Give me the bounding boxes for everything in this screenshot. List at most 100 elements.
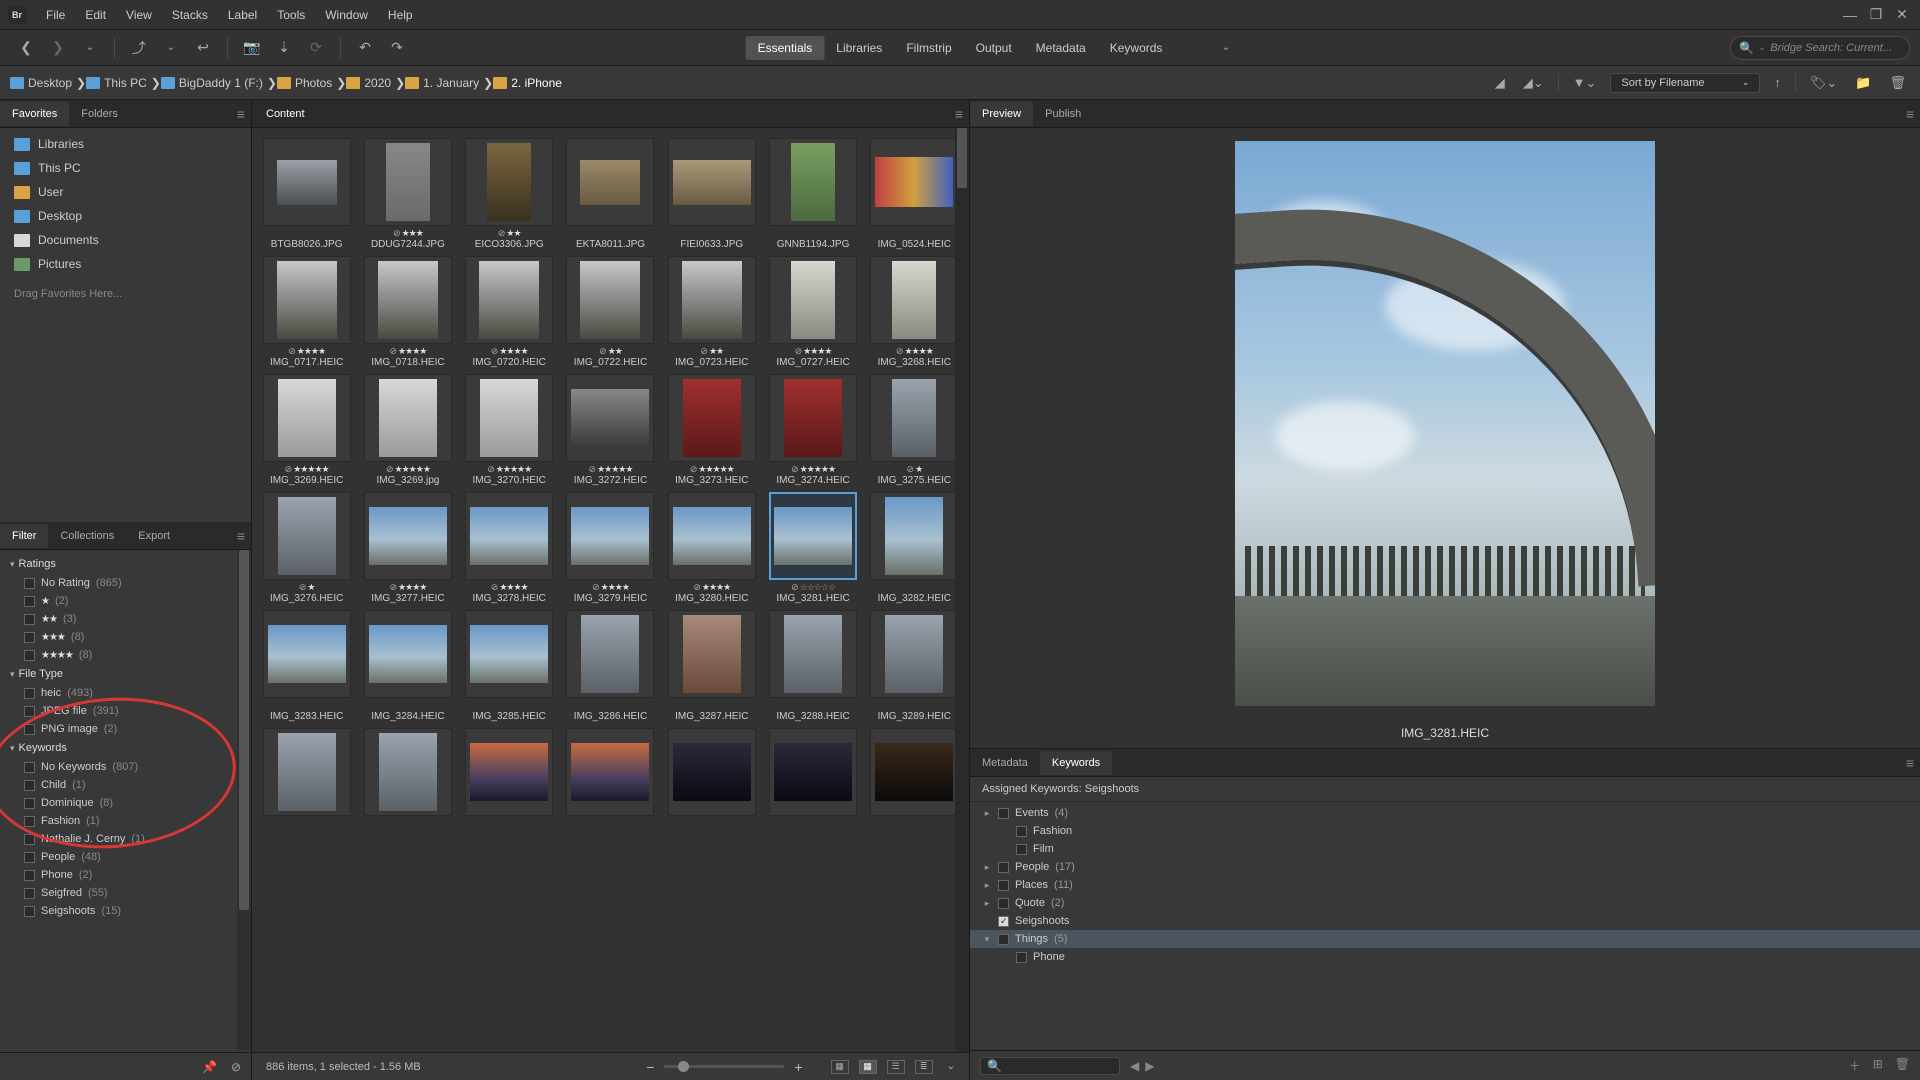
view-dropdown-icon[interactable]: ⌄ — [947, 1061, 955, 1072]
breadcrumb-item[interactable]: Photos — [277, 76, 332, 90]
checkbox[interactable] — [24, 706, 35, 717]
thumbnail-cell[interactable]: ⊘★★★DDUG7244.JPG — [359, 138, 456, 250]
thumbnail-box[interactable] — [465, 374, 553, 462]
history-dropdown-icon[interactable]: ⌄ — [161, 38, 181, 58]
thumbnail-cell[interactable]: IMG_3282.HEIC — [866, 492, 963, 604]
thumbnail-box[interactable] — [668, 256, 756, 344]
checkbox[interactable] — [998, 916, 1009, 927]
workspace-tab-output[interactable]: Output — [964, 36, 1024, 60]
new-folder-button[interactable]: 📁 — [1851, 73, 1875, 93]
filter-item[interactable]: People (48) — [0, 848, 251, 866]
workspace-tab-filmstrip[interactable]: Filmstrip — [894, 36, 963, 60]
thumbnail-box[interactable] — [364, 492, 452, 580]
thumbnail-cell[interactable]: IMG_0524.HEIC — [866, 138, 963, 250]
trash-button[interactable]: 🗑 — [1885, 73, 1910, 93]
thumbnail-box[interactable] — [566, 492, 654, 580]
keyword-item[interactable]: ▸Places (11) — [970, 876, 1920, 894]
checkbox[interactable] — [24, 650, 35, 661]
thumbnail-cell[interactable] — [359, 728, 456, 829]
thumbnail-box[interactable] — [263, 610, 351, 698]
disclosure-icon[interactable]: ▾ — [982, 934, 992, 945]
thumbnail-box[interactable] — [668, 610, 756, 698]
thumbnail-cell[interactable]: ⊘★IMG_3276.HEIC — [258, 492, 355, 604]
thumbnail-cell[interactable]: ⊘★★★★IMG_0720.HEIC — [461, 256, 558, 368]
checkbox[interactable] — [24, 688, 35, 699]
rating-row[interactable]: ⊘☆☆☆☆☆ — [791, 582, 835, 592]
keyword-item[interactable]: ▸Events (4) — [970, 804, 1920, 822]
tab-export[interactable]: Export — [126, 524, 182, 548]
thumbnail-cell[interactable]: ⊘★★★★IMG_0718.HEIC — [359, 256, 456, 368]
thumbnail-cell[interactable]: ⊘★★★★IMG_3280.HEIC — [663, 492, 760, 604]
thumbnail-box[interactable] — [566, 374, 654, 462]
grid-view-button[interactable]: ▦ — [859, 1060, 877, 1074]
favorite-item[interactable]: This PC — [0, 156, 251, 180]
rating-row[interactable]: ⊘★ — [299, 582, 315, 592]
thumbnail-quality-dropdown-icon[interactable]: ◢⌄ — [1519, 73, 1548, 93]
thumbnail-cell[interactable]: ⊘★★★★IMG_3279.HEIC — [562, 492, 659, 604]
content-scrollbar[interactable] — [955, 128, 969, 1052]
disclosure-icon[interactable]: ▸ — [982, 808, 992, 819]
thumbnail-cell[interactable]: ⊘☆☆☆☆☆IMG_3281.HEIC — [764, 492, 861, 604]
thumbnail-box[interactable] — [364, 374, 452, 462]
checkbox[interactable] — [24, 596, 35, 607]
cancel-icon[interactable]: ⊘ — [231, 1060, 241, 1074]
thumbnail-box[interactable] — [263, 374, 351, 462]
thumbnail-box[interactable] — [769, 374, 857, 462]
tab-folders[interactable]: Folders — [69, 102, 130, 126]
keyword-item[interactable]: ▾Things (5) — [970, 930, 1920, 948]
rating-row[interactable]: ⊘★★★★★ — [690, 464, 734, 474]
tab-favorites[interactable]: Favorites — [0, 102, 69, 126]
rating-row[interactable]: ⊘★★★★★ — [589, 464, 633, 474]
thumbnail-cell[interactable]: ⊘★★IMG_0723.HEIC — [663, 256, 760, 368]
thumbnail-box[interactable] — [263, 492, 351, 580]
menu-view[interactable]: View — [116, 8, 162, 22]
thumbnail-cell[interactable]: IMG_3287.HEIC — [663, 610, 760, 722]
sort-dropdown[interactable]: Sort by Filename ⌄ — [1610, 73, 1760, 93]
thumbnail-cell[interactable]: ⊘★★IMG_0722.HEIC — [562, 256, 659, 368]
checkbox[interactable] — [24, 888, 35, 899]
filter-group-header[interactable]: ▾Keywords — [0, 738, 251, 758]
rating-row[interactable]: ⊘★★★★ — [795, 346, 832, 356]
thumbnail-box[interactable] — [668, 374, 756, 462]
camera-icon[interactable]: 📷 — [242, 38, 262, 58]
thumbnail-size-slider[interactable] — [664, 1065, 784, 1068]
thumbnail-cell[interactable]: ⊘★★★★IMG_0727.HEIC — [764, 256, 861, 368]
breadcrumb-item[interactable]: 2. iPhone — [493, 76, 562, 90]
thumbnail-cell[interactable]: FIEI0633.JPG — [663, 138, 760, 250]
list-view-button[interactable]: ≣ — [915, 1060, 933, 1074]
checkbox[interactable] — [24, 906, 35, 917]
thumbnail-cell[interactable]: IMG_3288.HEIC — [764, 610, 861, 722]
filter-item[interactable]: ★ (2) — [0, 592, 251, 610]
rating-row[interactable]: ⊘★★ — [498, 228, 521, 238]
open-recent-icon[interactable]: 🏷⌄ — [1806, 73, 1841, 93]
checkbox[interactable] — [24, 632, 35, 643]
download-icon[interactable]: ⇣ — [274, 38, 294, 58]
workspace-tab-essentials[interactable]: Essentials — [746, 36, 825, 60]
rating-row[interactable]: ⊘★★★★★ — [386, 464, 430, 474]
checkbox[interactable] — [24, 834, 35, 845]
checkbox[interactable] — [24, 724, 35, 735]
checkbox[interactable] — [998, 934, 1009, 945]
filter-group-header[interactable]: ▾File Type — [0, 664, 251, 684]
checkbox[interactable] — [24, 816, 35, 827]
zoom-out-button[interactable]: − — [646, 1059, 654, 1075]
grid-lock-button[interactable]: ▦ — [831, 1060, 849, 1074]
panel-menu-icon[interactable]: ≡ — [237, 106, 245, 122]
tab-metadata[interactable]: Metadata — [970, 751, 1040, 775]
checkbox[interactable] — [998, 862, 1009, 873]
new-keyword-button[interactable]: ＋ — [1849, 1057, 1861, 1074]
thumbnail-box[interactable] — [769, 138, 857, 226]
thumbnail-cell[interactable]: ⊘★★★★★IMG_3269.HEIC — [258, 374, 355, 486]
breadcrumb-item[interactable]: 2020 — [346, 76, 391, 90]
panel-menu-icon[interactable]: ≡ — [1906, 755, 1914, 771]
thumbnail-cell[interactable]: ⊘★★★★IMG_3278.HEIC — [461, 492, 558, 604]
thumbnail-cell[interactable]: ⊘★IMG_3275.HEIC — [866, 374, 963, 486]
rating-row[interactable]: ⊘★★★★ — [693, 582, 730, 592]
keyword-item[interactable]: Seigshoots — [970, 912, 1920, 930]
thumbnail-box[interactable] — [263, 728, 351, 816]
thumbnail-box[interactable] — [870, 728, 958, 816]
prev-button[interactable]: ◀ — [1130, 1059, 1139, 1073]
filter-item[interactable]: Child (1) — [0, 776, 251, 794]
rating-row[interactable]: ⊘★★ — [599, 346, 622, 356]
keyword-item[interactable]: ▸People (17) — [970, 858, 1920, 876]
